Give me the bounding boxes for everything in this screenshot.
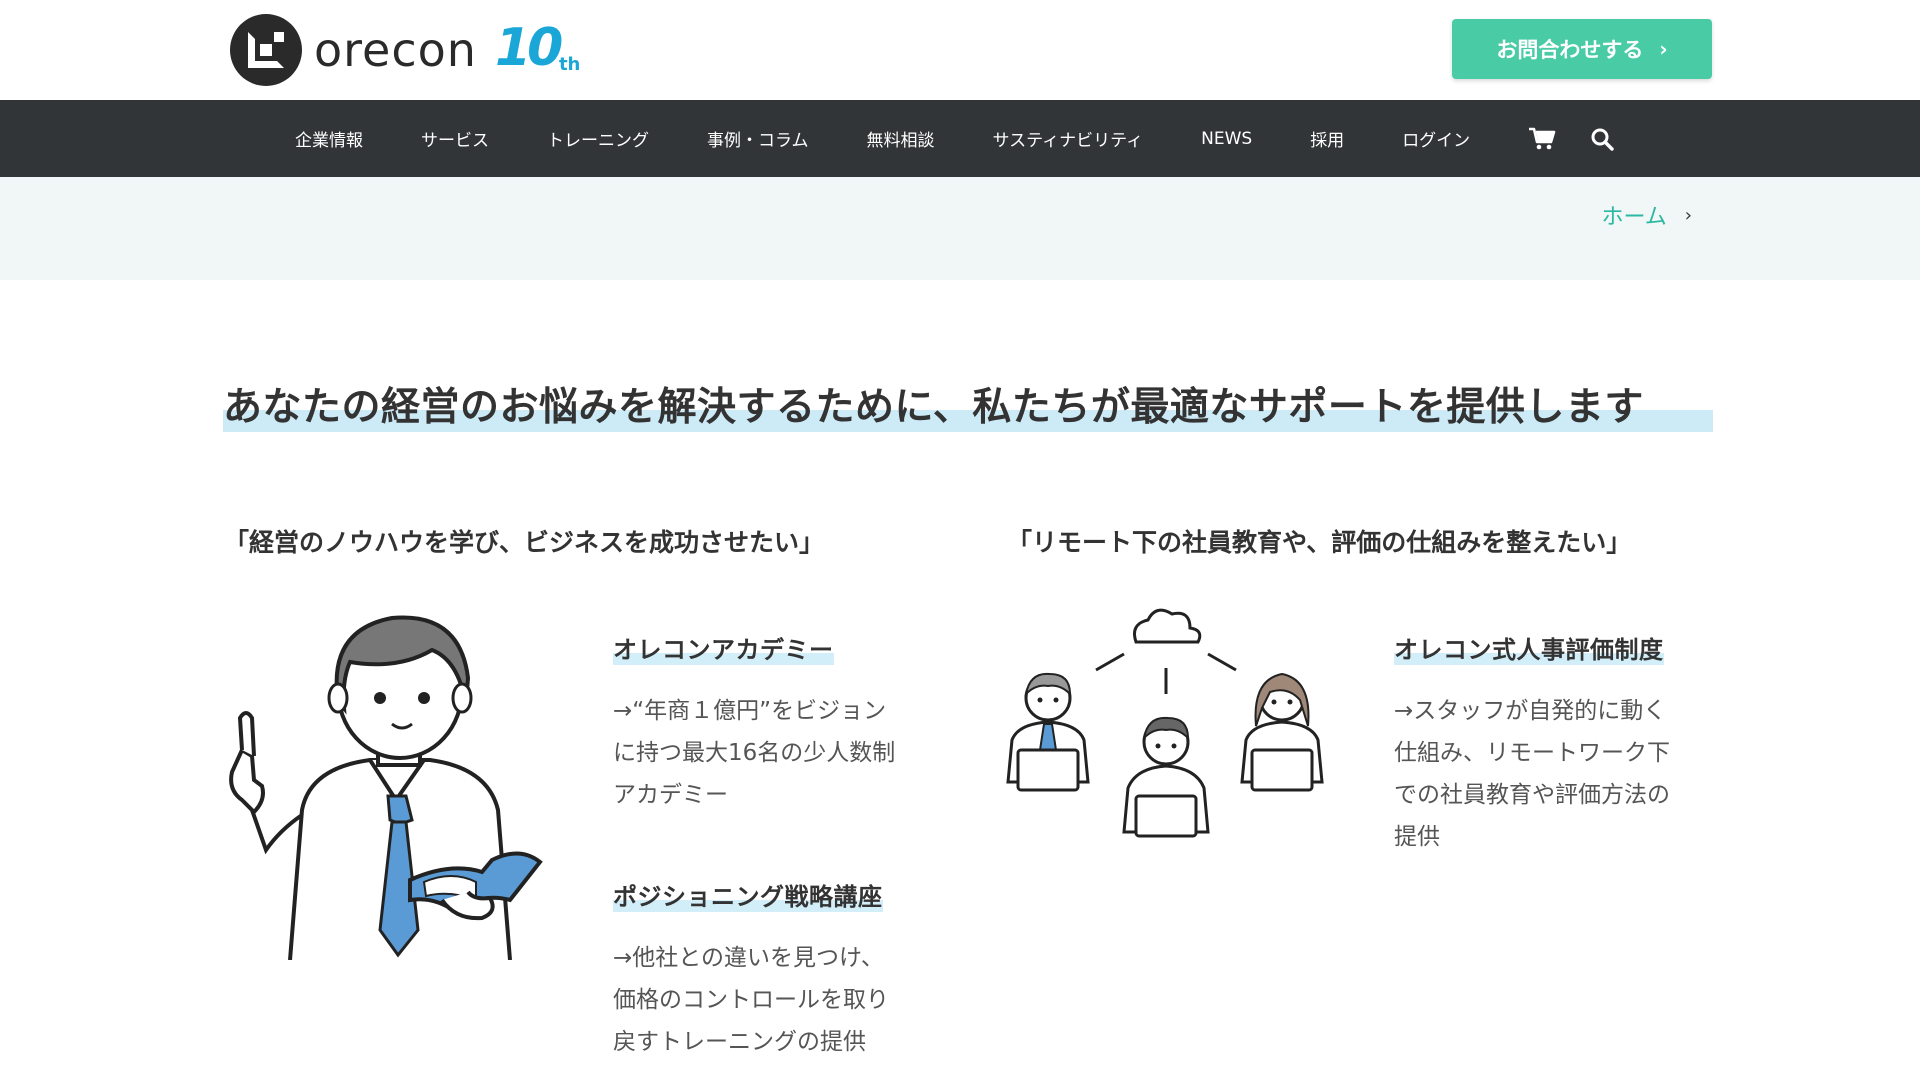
desc-line: 戻すトレーニングの提供: [613, 1029, 866, 1055]
nav-item-services[interactable]: サービス: [421, 126, 489, 151]
service-desc-academy: →“年商１億円”をビジョン に持つ最大16名の少人数制 アカデミー: [613, 690, 943, 816]
logo-mark-icon: [230, 14, 302, 86]
chevron-right-icon: ›: [1684, 204, 1692, 226]
service-item-academy-title-wrap: オレコンアカデミー: [613, 630, 834, 665]
nav-item-training[interactable]: トレーニング: [547, 126, 649, 151]
desc-line: に持つ最大16名の少人数制: [613, 740, 896, 766]
site-header: orecon 10 th お問合わせする ›: [0, 0, 1920, 100]
remote-team-illustration: [1000, 600, 1330, 840]
breadcrumb-home-link[interactable]: ホーム: [1601, 199, 1666, 231]
anniversary-suffix: th: [558, 54, 581, 75]
section-title-remote-education: 「リモート下の社員教育や、評価の仕組みを整えたい」: [1007, 528, 1632, 557]
service-title-hr-evaluation[interactable]: オレコン式人事評価制度: [1394, 630, 1664, 665]
chevron-right-icon: ›: [1659, 37, 1668, 61]
anniversary-badge: 10 th: [494, 18, 581, 80]
contact-button-label: お問合わせする: [1496, 38, 1644, 62]
service-title-academy[interactable]: オレコンアカデミー: [613, 630, 834, 665]
contact-button[interactable]: お問合わせする ›: [1452, 19, 1712, 79]
nav-item-sustainability[interactable]: サスティナビリティ: [993, 126, 1144, 151]
businessman-illustration: [220, 600, 550, 960]
nav-item-login[interactable]: ログイン: [1402, 126, 1470, 151]
nav-item-recruit[interactable]: 採用: [1310, 126, 1344, 151]
service-item-positioning-title-wrap: ポジショニング戦略講座: [613, 877, 883, 912]
cart-icon[interactable]: [1528, 127, 1556, 151]
search-icon[interactable]: [1590, 127, 1614, 151]
service-item-hr-evaluation-title-wrap: オレコン式人事評価制度: [1394, 630, 1664, 665]
headline-block: あなたの経営のお悩みを解決するために、私たちが最適なサポートを提供します: [223, 376, 1713, 434]
desc-line: →他社との違いを見つけ、: [613, 945, 884, 971]
nav-item-company[interactable]: 企業情報: [295, 126, 363, 151]
service-desc-positioning: →他社との違いを見つけ、 価格のコントロールを取り 戻すトレーニングの提供: [613, 937, 943, 1063]
page-headline: あなたの経営のお悩みを解決するために、私たちが最適なサポートを提供します: [223, 385, 1644, 430]
section-title-business-know-how: 「経営のノウハウを学び、ビジネスを成功させたい」: [224, 528, 825, 557]
desc-line: 仕組み、リモートワーク下: [1394, 740, 1670, 766]
nav-item-news[interactable]: NEWS: [1201, 129, 1252, 149]
main-nav: 企業情報 サービス トレーニング 事例・コラム 無料相談 サスティナビリティ N…: [0, 100, 1920, 177]
service-title-positioning[interactable]: ポジショニング戦略講座: [613, 877, 883, 912]
desc-line: 提供: [1394, 824, 1440, 850]
breadcrumb: ホーム ›: [1601, 199, 1692, 231]
desc-line: アカデミー: [613, 782, 728, 808]
anniversary-number: 10: [494, 18, 563, 78]
desc-line: 価格のコントロールを取り: [613, 987, 889, 1013]
breadcrumb-band: ホーム ›: [0, 177, 1920, 280]
service-desc-hr-evaluation: →スタッフが自発的に動く 仕組み、リモートワーク下 での社員教育や評価方法の 提…: [1394, 690, 1724, 858]
site-logo[interactable]: orecon 10 th: [230, 14, 581, 86]
logo-text: orecon: [314, 23, 477, 77]
desc-line: →スタッフが自発的に動く: [1394, 698, 1667, 724]
desc-line: での社員教育や評価方法の: [1394, 782, 1670, 808]
nav-item-cases-columns[interactable]: 事例・コラム: [707, 126, 809, 151]
desc-line: →“年商１億円”をビジョン: [613, 698, 887, 724]
nav-item-free-consultation[interactable]: 無料相談: [867, 126, 935, 151]
